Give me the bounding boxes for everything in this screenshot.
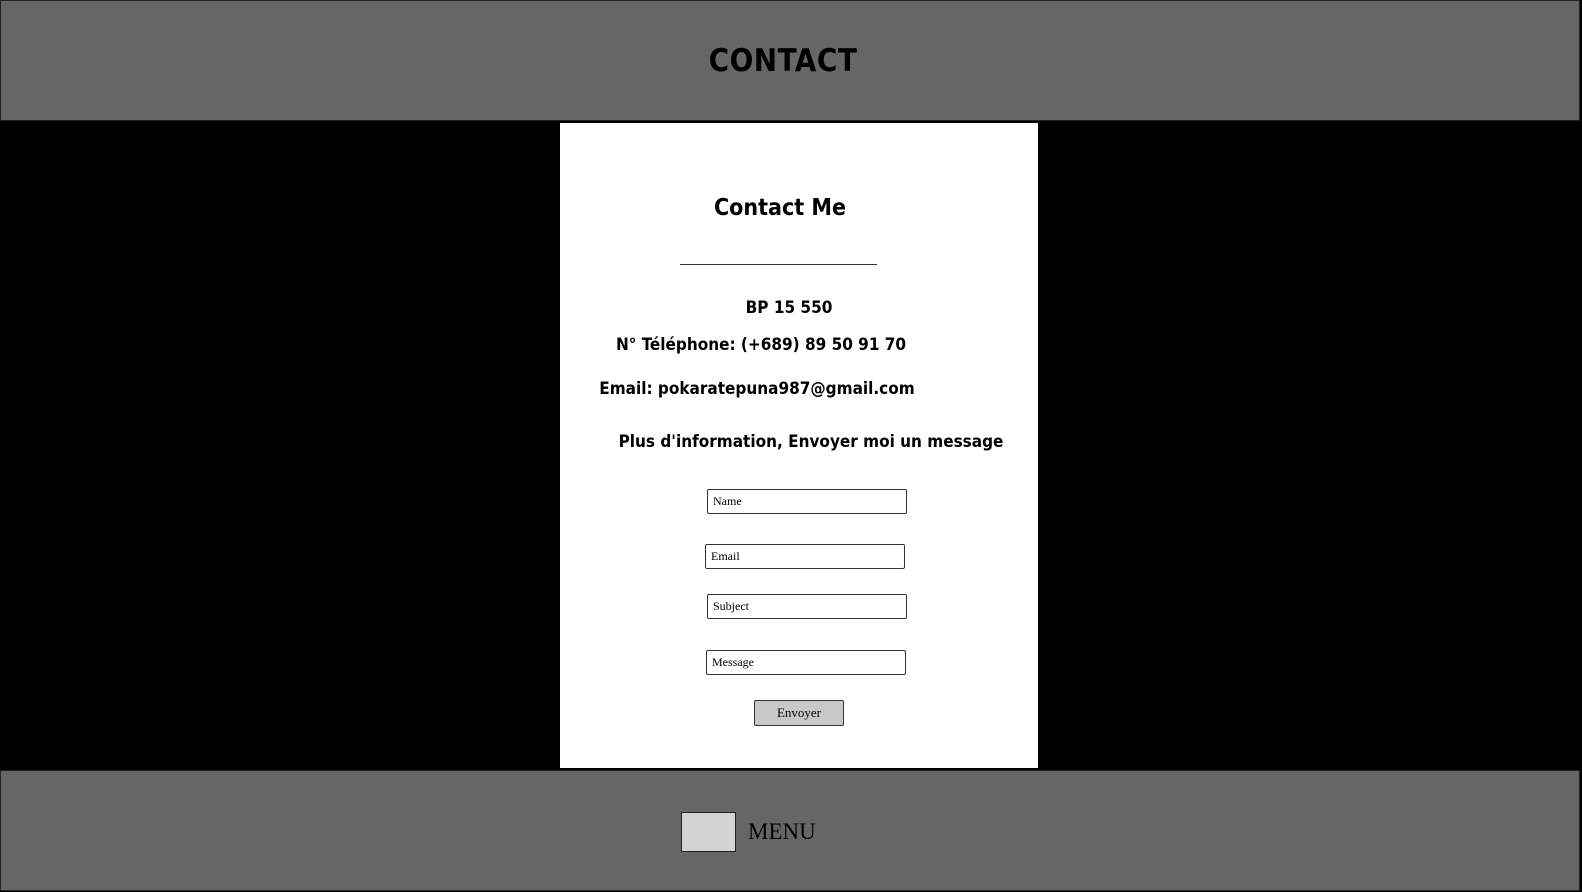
contact-page: CONTACT Contact Me BP 15 550 N° Téléphon… xyxy=(0,0,1582,892)
subject-input[interactable] xyxy=(707,594,907,619)
email-text: Email: pokaratepuna987@gmail.com xyxy=(599,379,915,399)
page-title: CONTACT xyxy=(708,43,858,79)
email-input[interactable] xyxy=(705,544,905,569)
card-title: Contact Me xyxy=(714,195,846,221)
footer-bar: MENU xyxy=(0,770,1580,891)
title-divider xyxy=(680,264,877,265)
message-input[interactable] xyxy=(706,650,906,675)
send-button[interactable]: Envoyer xyxy=(754,700,844,726)
message-prompt: Plus d'information, Envoyer moi un messa… xyxy=(618,432,1004,452)
name-input[interactable] xyxy=(707,489,907,514)
phone-text: N° Téléphone: (+689) 89 50 91 70 xyxy=(615,335,907,355)
address-text: BP 15 550 xyxy=(745,298,833,318)
menu-button[interactable] xyxy=(681,812,736,852)
menu-label[interactable]: MENU xyxy=(748,819,816,845)
contact-card: Contact Me BP 15 550 N° Téléphone: (+689… xyxy=(560,123,1038,768)
header-bar: CONTACT xyxy=(0,0,1580,121)
